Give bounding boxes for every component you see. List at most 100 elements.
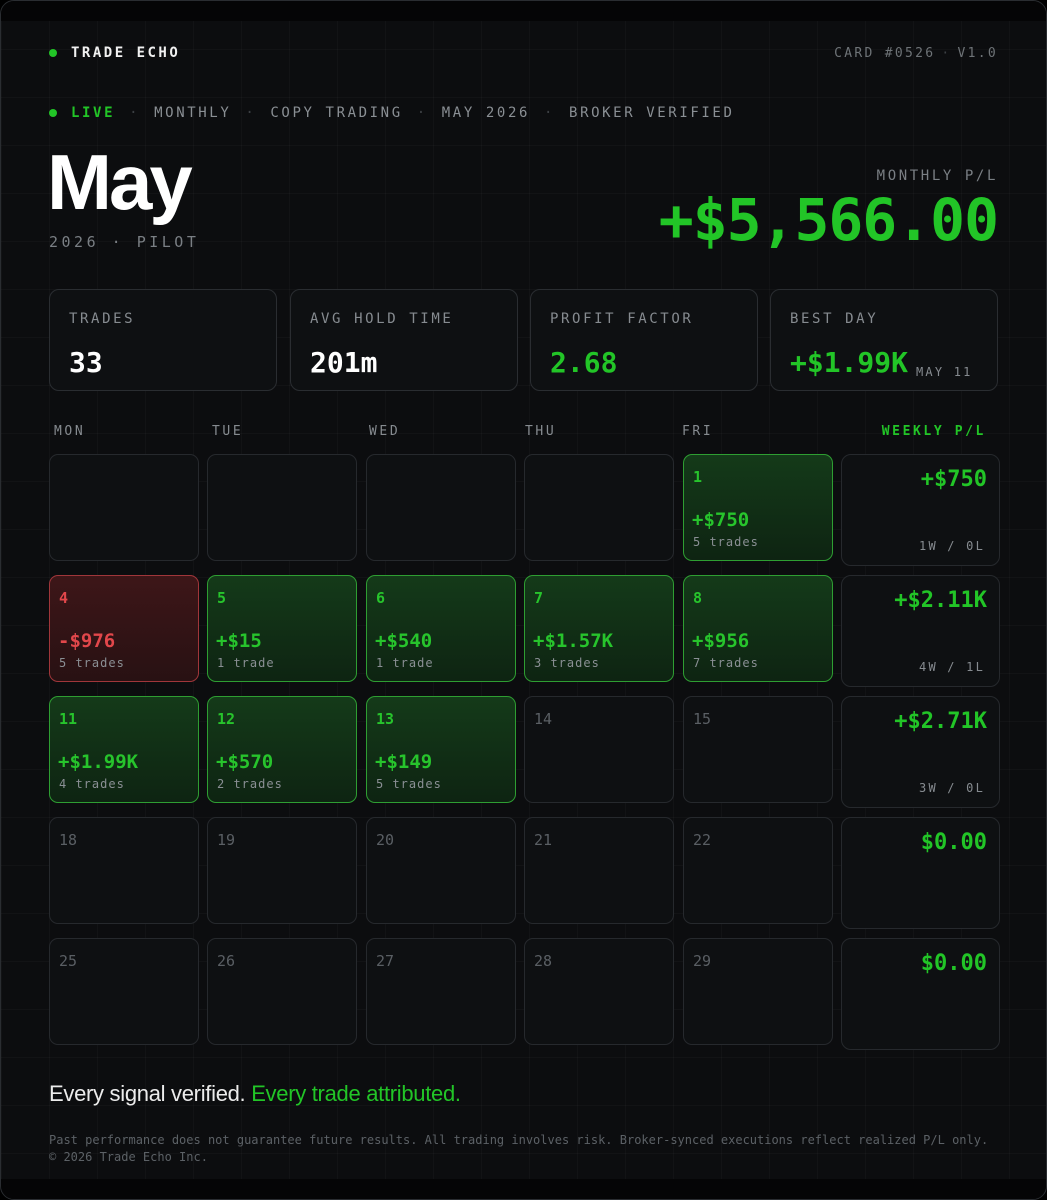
stat-value: +$1.99K	[790, 346, 909, 379]
weekly-pl-value: +$750	[920, 467, 987, 492]
pl-calendar-card: TRADE ECHO CARD #0526 · V1.0 LIVE · MONTHL…	[0, 0, 1047, 1200]
calendar-day[interactable]: 12 +$570 2 trades	[207, 696, 357, 803]
calendar-day[interactable]: 22	[683, 817, 833, 924]
weekly-pl-cell: +$2.71K 3W / 0L	[841, 696, 1000, 808]
weekly-pl-value: $0.00	[920, 951, 987, 976]
day-pl: +$956	[692, 630, 750, 652]
separator-dot: ·	[544, 105, 556, 121]
calendar-day[interactable]: 18	[49, 817, 199, 924]
disclaimer: Past performance does not guarantee futu…	[49, 1133, 989, 1164]
day-number: 1	[693, 468, 703, 486]
day-number: 11	[59, 710, 78, 728]
day-pl: -$976	[58, 630, 116, 652]
card-meta: CARD #0526 · V1.0	[834, 46, 998, 61]
day-number: 12	[217, 710, 236, 728]
stat-value: 2.68	[550, 346, 618, 379]
stat-value: 201m	[310, 346, 378, 379]
monthly-pl-label: MONTHLY P/L	[876, 168, 998, 184]
day-trade-count: 5 trades	[376, 777, 442, 791]
calendar-day[interactable]: 14	[524, 696, 674, 803]
weekly-pl-cell: +$750 1W / 0L	[841, 454, 1000, 566]
day-pl: +$1.99K	[58, 751, 139, 773]
stat-label: AVG HOLD TIME	[310, 311, 454, 327]
calendar-day[interactable]: 20	[366, 817, 516, 924]
live-dot-icon	[49, 109, 57, 117]
calendar-day[interactable]: 1 +$750 5 trades	[683, 454, 833, 561]
stat-label: BEST DAY	[790, 311, 879, 327]
day-number: 26	[217, 952, 236, 970]
card-id: CARD #0526	[834, 46, 936, 61]
calendar-cell-blank	[524, 454, 674, 561]
weekday-header: FRI	[682, 424, 714, 439]
calendar-cell-blank	[49, 454, 199, 561]
stat-label: PROFIT FACTOR	[550, 311, 694, 327]
tag-live: LIVE	[71, 105, 116, 121]
calendar-day[interactable]: 27	[366, 938, 516, 1045]
day-number: 14	[534, 710, 553, 728]
day-trade-count: 5 trades	[693, 535, 759, 549]
weekly-pl-value: +$2.11K	[894, 588, 987, 613]
calendar-day[interactable]: 11 +$1.99K 4 trades	[49, 696, 199, 803]
weekly-win-loss: 4W / 1L	[919, 660, 985, 674]
calendar-day[interactable]: 26	[207, 938, 357, 1045]
day-pl: +$149	[375, 751, 433, 773]
brand: TRADE ECHO	[49, 45, 180, 61]
stat-card-trades: TRADES 33	[49, 289, 277, 391]
weekly-win-loss: 1W / 0L	[919, 539, 985, 553]
calendar-day[interactable]: 6 +$540 1 trade	[366, 575, 516, 682]
weekday-header: MON	[54, 424, 86, 439]
stat-note: MAY 11	[916, 365, 973, 379]
tagline-primary: Every signal verified.	[49, 1081, 246, 1106]
calendar-day[interactable]: 15	[683, 696, 833, 803]
day-number: 4	[59, 589, 69, 607]
day-number: 27	[376, 952, 395, 970]
page-title: May	[47, 138, 193, 226]
calendar-day[interactable]: 28	[524, 938, 674, 1045]
day-number: 22	[693, 831, 712, 849]
day-number: 6	[376, 589, 386, 607]
calendar-day[interactable]: 13 +$149 5 trades	[366, 696, 516, 803]
day-number: 28	[534, 952, 553, 970]
day-number: 29	[693, 952, 712, 970]
calendar-day[interactable]: 4 -$976 5 trades	[49, 575, 199, 682]
day-trade-count: 4 trades	[59, 777, 125, 791]
tag-broker-verified: BROKER VERIFIED	[569, 105, 735, 121]
day-trade-count: 3 trades	[534, 656, 600, 670]
day-trade-count: 2 trades	[217, 777, 283, 791]
calendar-day[interactable]: 25	[49, 938, 199, 1045]
separator-dot: ·	[941, 46, 952, 61]
day-number: 5	[217, 589, 227, 607]
separator-dot: ·	[245, 105, 257, 121]
tag-period: MAY 2026	[441, 105, 531, 121]
day-number: 18	[59, 831, 78, 849]
weekly-pl-value: $0.00	[920, 830, 987, 855]
weekday-header: THU	[525, 424, 557, 439]
weekly-pl-cell: $0.00	[841, 938, 1000, 1050]
calendar-cell-blank	[366, 454, 516, 561]
calendar-day[interactable]: 29	[683, 938, 833, 1045]
calendar-day[interactable]: 7 +$1.57K 3 trades	[524, 575, 674, 682]
day-trade-count: 1 trade	[217, 656, 275, 670]
monthly-pl-value: +$5,566.00	[658, 186, 999, 254]
day-number: 15	[693, 710, 712, 728]
page-subtitle: 2026 · PILOT	[49, 233, 200, 251]
weekly-pl-header: WEEKLY P/L	[881, 424, 986, 439]
day-trade-count: 5 trades	[59, 656, 125, 670]
calendar-day[interactable]: 19	[207, 817, 357, 924]
brand-name: TRADE ECHO	[71, 45, 181, 61]
card-version: V1.0	[957, 46, 998, 61]
day-pl: +$750	[692, 509, 750, 531]
day-number: 25	[59, 952, 78, 970]
separator-dot: ·	[416, 105, 428, 121]
calendar-day[interactable]: 8 +$956 7 trades	[683, 575, 833, 682]
day-trade-count: 7 trades	[693, 656, 759, 670]
day-number: 21	[534, 831, 553, 849]
calendar-day[interactable]: 5 +$15 1 trade	[207, 575, 357, 682]
calendar-day[interactable]: 21	[524, 817, 674, 924]
stat-card-best-day: BEST DAY +$1.99K MAY 11	[770, 289, 998, 391]
stat-label: TRADES	[69, 311, 136, 327]
separator-dot: ·	[129, 105, 141, 121]
weekly-win-loss: 3W / 0L	[919, 781, 985, 795]
day-number: 20	[376, 831, 395, 849]
day-pl: +$570	[216, 751, 274, 773]
